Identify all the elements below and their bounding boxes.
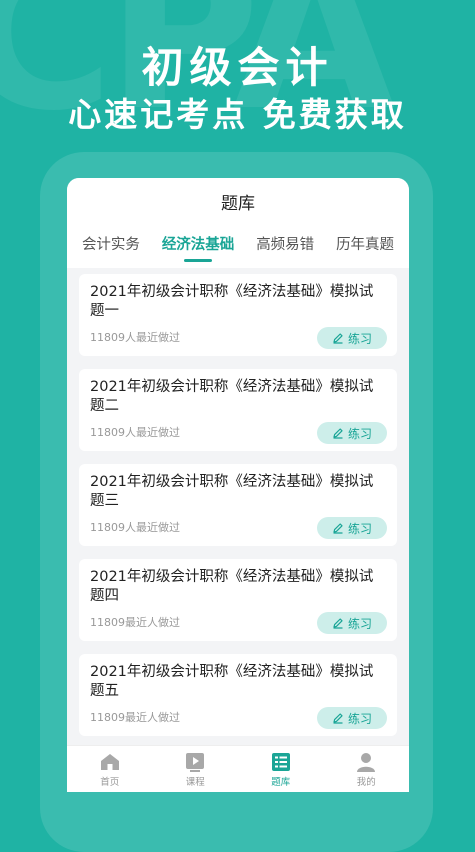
- tabbar-item-courses[interactable]: 课程: [165, 751, 225, 788]
- pencil-icon: [333, 333, 343, 344]
- exam-meta: 11809最近人做过: [90, 616, 180, 629]
- exam-title: 2021年初级会计职称《经济法基础》模拟试题四: [90, 569, 374, 604]
- practice-button[interactable]: 练习: [317, 612, 387, 634]
- exam-title: 2021年初级会计职称《经济法基础》模拟试题五: [90, 664, 374, 699]
- tab-high-frequency-errors[interactable]: 高频易错: [256, 233, 314, 260]
- user-icon: [357, 752, 376, 772]
- practice-button-label: 练习: [347, 616, 372, 631]
- pencil-icon: [333, 713, 343, 724]
- practice-button-label: 练习: [347, 521, 372, 536]
- list-item[interactable]: 2021年初级会计职称《经济法基础》模拟试题二 11809人最近做过 练习: [79, 369, 397, 451]
- exam-title: 2021年初级会计职称《经济法基础》模拟试题一: [90, 284, 374, 319]
- tab-past-exams[interactable]: 历年真题: [336, 233, 394, 260]
- tab-accounting-practice[interactable]: 会计实务: [82, 233, 140, 260]
- exam-meta: 11809人最近做过: [90, 426, 180, 439]
- tabbar-label: 题库: [271, 776, 291, 788]
- practice-button[interactable]: 练习: [317, 517, 387, 539]
- practice-button-label: 练习: [347, 426, 372, 441]
- practice-button[interactable]: 练习: [317, 327, 387, 349]
- tab-economic-law[interactable]: 经济法基础: [162, 233, 235, 260]
- tabbar-label: 课程: [185, 776, 205, 788]
- tabbar-item-profile[interactable]: 我的: [336, 751, 396, 788]
- practice-button-label: 练习: [347, 711, 372, 726]
- practice-button-label: 练习: [347, 331, 372, 346]
- exam-title: 2021年初级会计职称《经济法基础》模拟试题三: [90, 474, 374, 509]
- exam-meta: 11809人最近做过: [90, 331, 180, 344]
- hero-subtitle: 心速记考点 免费获取: [68, 95, 407, 134]
- home-icon: [100, 753, 119, 770]
- list-item[interactable]: 2021年初级会计职称《经济法基础》模拟试题三 11809人最近做过 练习: [79, 464, 397, 546]
- exam-title: 2021年初级会计职称《经济法基础》模拟试题二: [90, 379, 374, 414]
- bottom-tab-bar: 首页 课程 题库 我的: [67, 745, 409, 792]
- pencil-icon: [333, 523, 343, 534]
- exam-list: 2021年初级会计职称《经济法基础》模拟试题一 11809人最近做过 练习 20…: [67, 268, 409, 736]
- list-item[interactable]: 2021年初级会计职称《经济法基础》模拟试题一 11809人最近做过 练习: [79, 274, 397, 356]
- tabbar-item-question-bank[interactable]: 题库: [251, 751, 311, 788]
- tabbar-label: 首页: [100, 776, 120, 788]
- page-title: 题库: [221, 193, 255, 214]
- tabbar-label: 我的: [356, 776, 376, 788]
- practice-button[interactable]: 练习: [317, 422, 387, 444]
- pencil-icon: [333, 618, 343, 629]
- app-header: 题库: [67, 178, 409, 224]
- hero-title: 初级会计: [141, 43, 334, 92]
- pencil-icon: [333, 428, 343, 439]
- exam-meta: 11809人最近做过: [90, 521, 180, 534]
- video-icon: [186, 752, 205, 772]
- tabbar-item-home[interactable]: 首页: [80, 751, 140, 788]
- list-item[interactable]: 2021年初级会计职称《经济法基础》模拟试题四 11809最近人做过 练习: [79, 559, 397, 641]
- list-icon: [271, 752, 290, 771]
- practice-button[interactable]: 练习: [317, 707, 387, 729]
- category-tabs: 会计实务 经济法基础 高频易错 历年真题: [67, 224, 409, 268]
- exam-meta: 11809最近人做过: [90, 711, 180, 724]
- phone-mockup: 题库 会计实务 经济法基础 高频易错 历年真题 2021年初级会计职称《经济法基…: [67, 178, 409, 792]
- list-item[interactable]: 2021年初级会计职称《经济法基础》模拟试题五 11809最近人做过 练习: [79, 654, 397, 736]
